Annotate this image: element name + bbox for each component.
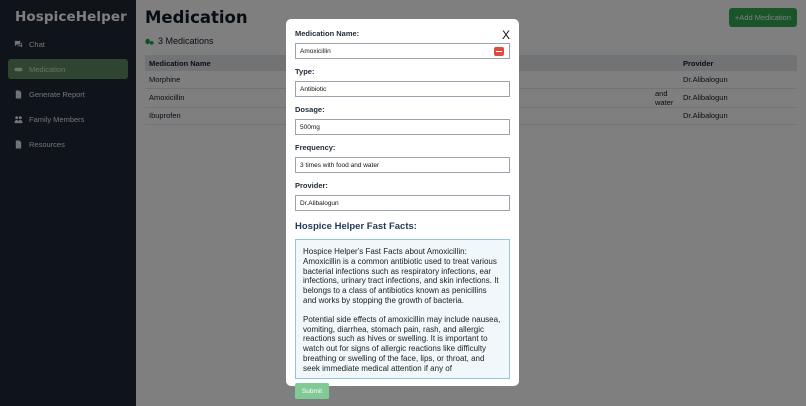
medication-name-label: Medication Name: (295, 29, 360, 38)
frequency-field-group: Frequency: 3 times with food and water (295, 143, 510, 173)
type-field-group: Type: Antibiotic (295, 67, 510, 97)
type-input[interactable]: Antibiotic (295, 81, 510, 97)
provider-field-group: Provider: Dr.Alibalogun (295, 181, 510, 211)
medication-name-field-group: Medication Name: Amoxicillin (295, 29, 510, 59)
provider-input[interactable]: Dr.Alibalogun (295, 195, 510, 211)
dosage-input[interactable]: 500mg (295, 119, 510, 135)
frequency-value: 3 times with food and water (300, 161, 380, 169)
fast-facts-paragraph: Potential side effects of amoxicillin ma… (303, 314, 501, 373)
dosage-label: Dosage: (295, 105, 325, 114)
dosage-value: 500mg (300, 123, 320, 131)
password-manager-icon[interactable] (494, 47, 504, 56)
close-modal-button[interactable]: X (502, 28, 510, 42)
frequency-label: Frequency: (295, 143, 336, 152)
type-label: Type: (295, 67, 315, 76)
fast-facts-box[interactable]: Hospice Helper's Fast Facts about Amoxic… (295, 239, 510, 379)
medication-name-value: Amoxicillin (300, 47, 331, 55)
fast-facts-title: Hospice Helper Fast Facts: (295, 221, 417, 232)
type-value: Antibiotic (300, 85, 327, 93)
frequency-input[interactable]: 3 times with food and water (295, 157, 510, 173)
medication-modal: X Medication Name: Amoxicillin Type: Ant… (286, 19, 519, 399)
fast-facts-paragraph: Hospice Helper's Fast Facts about Amoxic… (303, 247, 499, 305)
provider-value: Dr.Alibalogun (300, 199, 339, 207)
dosage-field-group: Dosage: 500mg (295, 105, 510, 135)
provider-label: Provider: (295, 181, 328, 190)
medication-name-input[interactable]: Amoxicillin (295, 43, 510, 59)
submit-button[interactable]: Submit (295, 383, 329, 399)
